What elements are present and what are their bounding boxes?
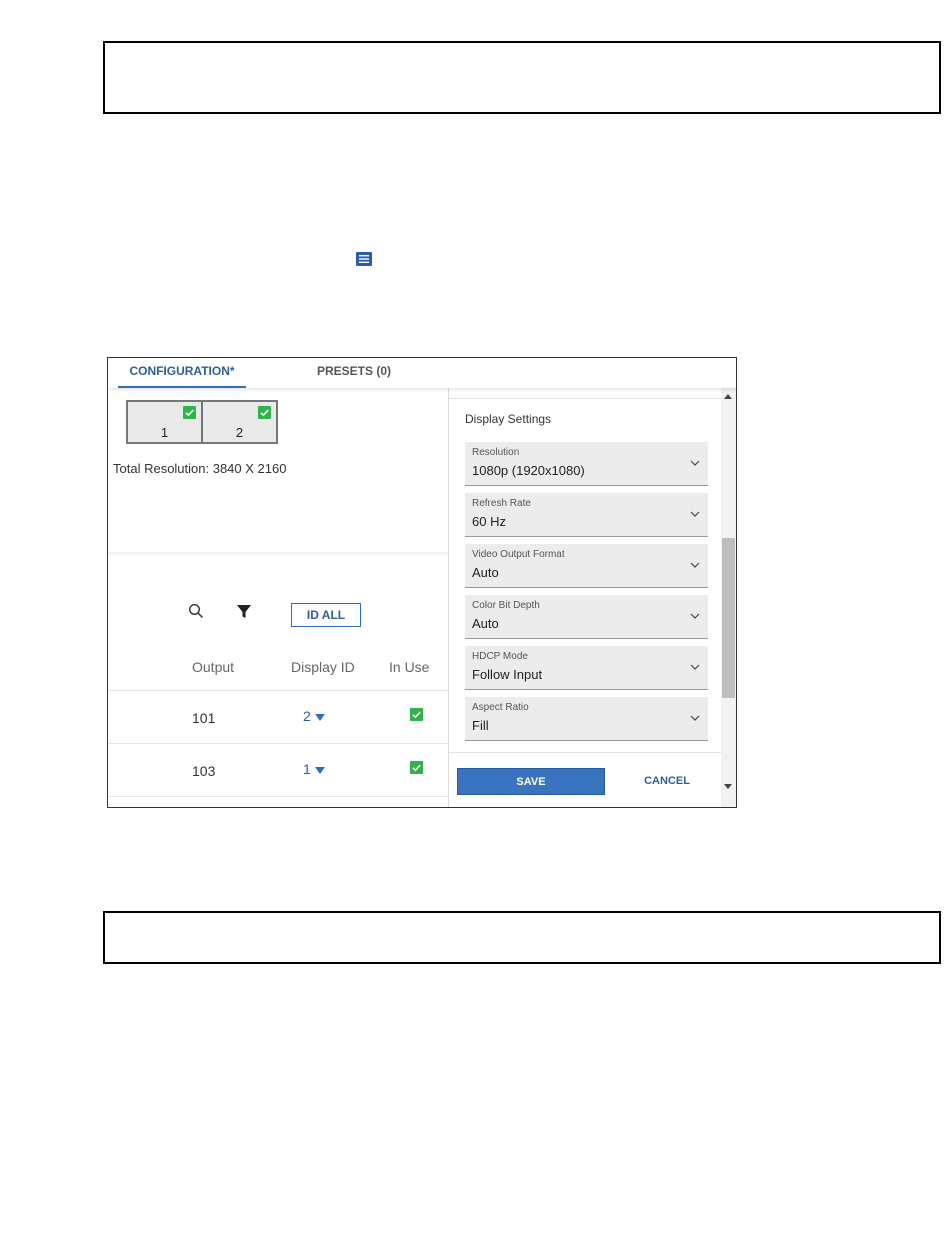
divider [449, 752, 721, 753]
chevron-down-icon [690, 715, 700, 721]
menu-list-icon [356, 252, 372, 266]
field-value: Auto [472, 616, 499, 631]
top-note-box [103, 41, 941, 114]
vertical-scrollbar[interactable] [721, 388, 736, 807]
display-id-dropdown[interactable]: 1 [303, 761, 325, 777]
output-number: 101 [192, 710, 216, 726]
layout-pane: 1 2 Total Resolution: 3840 X 2160 ID ALL… [108, 388, 448, 807]
checkbox-checked-icon[interactable] [183, 406, 196, 419]
tab-presets[interactable]: PRESETS (0) [298, 358, 410, 386]
scroll-thumb[interactable] [722, 538, 735, 698]
wall-tile-1[interactable]: 1 [128, 402, 203, 442]
color-bit-depth-select[interactable]: Color Bit Depth Auto [465, 595, 708, 639]
chevron-down-icon [690, 460, 700, 466]
resolution-select[interactable]: Resolution 1080p (1920x1080) [465, 442, 708, 486]
video-wall-layout: 1 2 [126, 400, 278, 444]
wall-tile-2[interactable]: 2 [203, 402, 276, 442]
dropdown-arrow-icon [314, 766, 325, 774]
cancel-button[interactable]: CANCEL [629, 768, 705, 795]
in-use-checkbox[interactable] [410, 708, 423, 721]
refresh-rate-select[interactable]: Refresh Rate 60 Hz [465, 493, 708, 537]
table-row: 101 2 [108, 690, 448, 743]
wall-tile-label: 2 [235, 425, 244, 440]
display-settings-pane: Display Settings Resolution 1080p (1920x… [449, 388, 736, 807]
divider [449, 398, 721, 399]
tab-bar: CONFIGURATION* PRESETS (0) [108, 358, 736, 388]
dropdown-arrow-icon [314, 713, 325, 721]
display-id-dropdown[interactable]: 2 [303, 708, 325, 724]
search-icon[interactable] [188, 603, 204, 619]
column-header-output: Output [192, 659, 235, 675]
in-use-checkbox[interactable] [410, 761, 423, 774]
field-value: 60 Hz [472, 514, 506, 529]
chevron-down-icon [690, 562, 700, 568]
chevron-down-icon [690, 511, 700, 517]
checkbox-checked-icon[interactable] [258, 406, 271, 419]
section-title: Display Settings [465, 412, 552, 426]
total-resolution: Total Resolution: 3840 X 2160 [113, 461, 287, 476]
field-label: Color Bit Depth [472, 600, 540, 611]
column-header-display-id: Display ID [291, 659, 355, 675]
chevron-down-icon [690, 613, 700, 619]
field-label: Video Output Format [472, 549, 565, 560]
scroll-down-arrow-icon[interactable] [724, 784, 732, 789]
field-label: Refresh Rate [472, 498, 531, 509]
table-row: 102 [108, 796, 448, 807]
hdcp-mode-select[interactable]: HDCP Mode Follow Input [465, 646, 708, 690]
scroll-up-arrow-icon[interactable] [724, 394, 732, 399]
field-label: Resolution [472, 447, 520, 458]
field-label: Aspect Ratio [472, 702, 529, 713]
save-button[interactable]: SAVE [457, 768, 605, 795]
section-divider [108, 552, 448, 555]
bottom-note-box [103, 911, 941, 964]
filter-icon[interactable] [236, 604, 252, 620]
field-label: HDCP Mode [472, 651, 528, 662]
wall-tile-label: 1 [160, 425, 169, 440]
column-header-in-use: In Use [389, 659, 430, 675]
output-number: 103 [192, 763, 216, 779]
field-value: 1080p (1920x1080) [472, 463, 585, 478]
field-value: Auto [472, 565, 499, 580]
table-row: 103 1 [108, 743, 448, 796]
chevron-down-icon [690, 664, 700, 670]
field-value: Fill [472, 718, 489, 733]
tab-configuration[interactable]: CONFIGURATION* [118, 358, 246, 388]
id-all-button[interactable]: ID ALL [291, 603, 361, 627]
aspect-ratio-select[interactable]: Aspect Ratio Fill [465, 697, 708, 741]
field-value: Follow Input [472, 667, 543, 682]
wall-configuration-panel: CONFIGURATION* PRESETS (0) 1 2 Total Res… [107, 357, 737, 808]
video-output-format-select[interactable]: Video Output Format Auto [465, 544, 708, 588]
